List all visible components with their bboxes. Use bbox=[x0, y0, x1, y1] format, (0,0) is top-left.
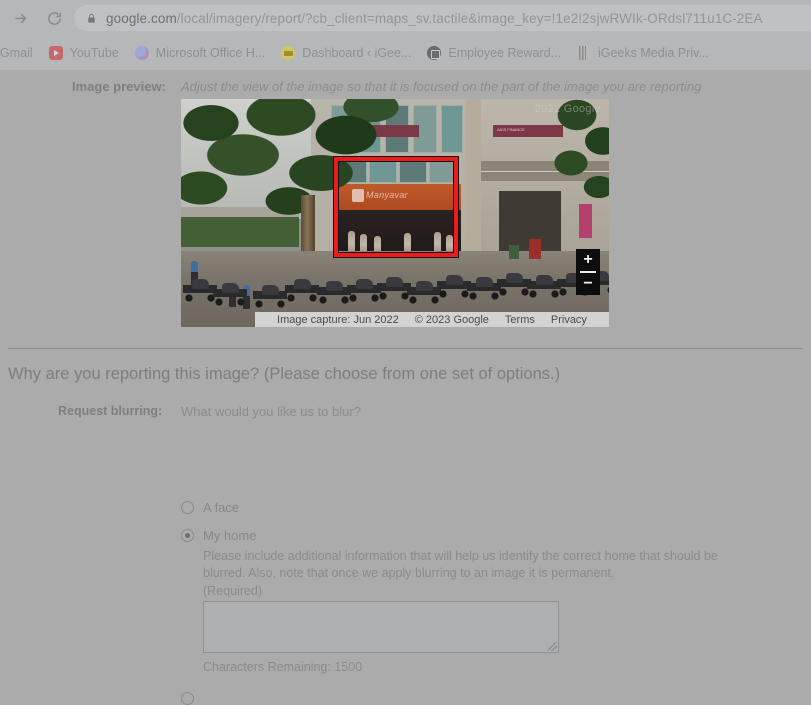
bookmark-igeeks-media[interactable]: iGeeks Media Priv... bbox=[576, 41, 709, 65]
radio-label: My home bbox=[203, 528, 257, 543]
zoom-control: + − bbox=[576, 249, 600, 295]
forward-button[interactable] bbox=[6, 4, 34, 32]
microsoft-office-icon bbox=[134, 46, 149, 60]
employee-rewards-icon bbox=[427, 46, 442, 60]
bookmark-label: Gmail bbox=[0, 46, 33, 60]
bookmark-microsoft-office[interactable]: Microsoft Office H... bbox=[134, 41, 266, 65]
textarea-resize-handle[interactable] bbox=[548, 642, 557, 651]
dashboard-icon bbox=[281, 46, 296, 60]
browser-chrome: google.com/local/imagery/report/?cb_clie… bbox=[0, 0, 811, 70]
browser-toolbar: google.com/local/imagery/report/?cb_clie… bbox=[0, 0, 811, 36]
bookmark-label: YouTube bbox=[69, 46, 119, 60]
section-divider bbox=[8, 348, 803, 349]
my-home-help-text: Please include additional information th… bbox=[203, 549, 718, 580]
copyright-text: © 2023 Google bbox=[414, 313, 489, 326]
address-bar[interactable]: google.com/local/imagery/report/?cb_clie… bbox=[74, 5, 811, 31]
form-heading: Why are you reporting this image? (Pleas… bbox=[8, 365, 561, 383]
google-watermark: 2022 Google bbox=[534, 103, 601, 115]
image-capture-date: Image capture: Jun 2022 bbox=[277, 313, 399, 326]
terms-link[interactable]: Terms bbox=[505, 314, 535, 326]
lock-icon bbox=[86, 12, 97, 25]
store-sign-right-text: AXIS FINANCE bbox=[497, 127, 525, 132]
characters-remaining-text: Characters Remaining: 1500 bbox=[203, 660, 363, 674]
window bbox=[441, 105, 463, 153]
bookmarks-bar: Gmail YouTube Microsoft Office H... Dash… bbox=[0, 38, 811, 68]
street-view-attribution: Image capture: Jun 2022 © 2023 Google Te… bbox=[255, 312, 609, 327]
my-home-details-textarea[interactable] bbox=[203, 601, 559, 653]
street-view-preview[interactable]: FINANCE AXIS FINANCE Manyavar bbox=[181, 99, 609, 327]
image-preview-instruction: Adjust the view of the image so that it … bbox=[181, 79, 702, 94]
url-path: /local/imagery/report/?cb_client=maps_sv… bbox=[176, 10, 763, 26]
url-text: google.com/local/imagery/report/?cb_clie… bbox=[106, 11, 763, 26]
privacy-link[interactable]: Privacy bbox=[551, 314, 587, 326]
bookmark-label: Microsoft Office H... bbox=[155, 46, 266, 60]
my-home-required-text: (Required) bbox=[203, 584, 263, 598]
radio-button[interactable] bbox=[181, 501, 194, 514]
radio-option-next-partial[interactable] bbox=[181, 692, 194, 705]
image-preview-label: Image preview: bbox=[72, 79, 166, 94]
youtube-icon bbox=[48, 46, 63, 60]
zoom-out-button[interactable]: − bbox=[576, 273, 600, 295]
reload-button[interactable] bbox=[40, 4, 68, 32]
url-host: google.com bbox=[106, 10, 177, 26]
bookmark-dashboard[interactable]: Dashboard ‹ iGee... bbox=[281, 41, 411, 65]
blur-question-text: What would you like us to blur? bbox=[181, 404, 361, 419]
zoom-in-button[interactable]: + bbox=[576, 249, 600, 271]
igeeks-media-icon bbox=[576, 46, 591, 60]
radio-button[interactable] bbox=[181, 529, 194, 542]
report-page: Image preview: Adjust the view of the im… bbox=[0, 70, 811, 705]
bookmark-label: iGeeks Media Priv... bbox=[597, 46, 709, 60]
radio-label: A face bbox=[203, 500, 240, 515]
bookmark-label: Employee Reward... bbox=[448, 46, 561, 60]
bookmark-gmail[interactable]: Gmail bbox=[0, 41, 33, 65]
bookmark-label: Dashboard ‹ iGee... bbox=[302, 46, 412, 60]
tree-foliage-right bbox=[553, 99, 609, 221]
report-selection-rectangle[interactable] bbox=[333, 156, 459, 258]
bookmark-employee-rewards[interactable]: Employee Reward... bbox=[427, 41, 561, 65]
request-blurring-label: Request blurring: bbox=[58, 404, 163, 418]
bookmark-youtube[interactable]: YouTube bbox=[48, 41, 119, 65]
